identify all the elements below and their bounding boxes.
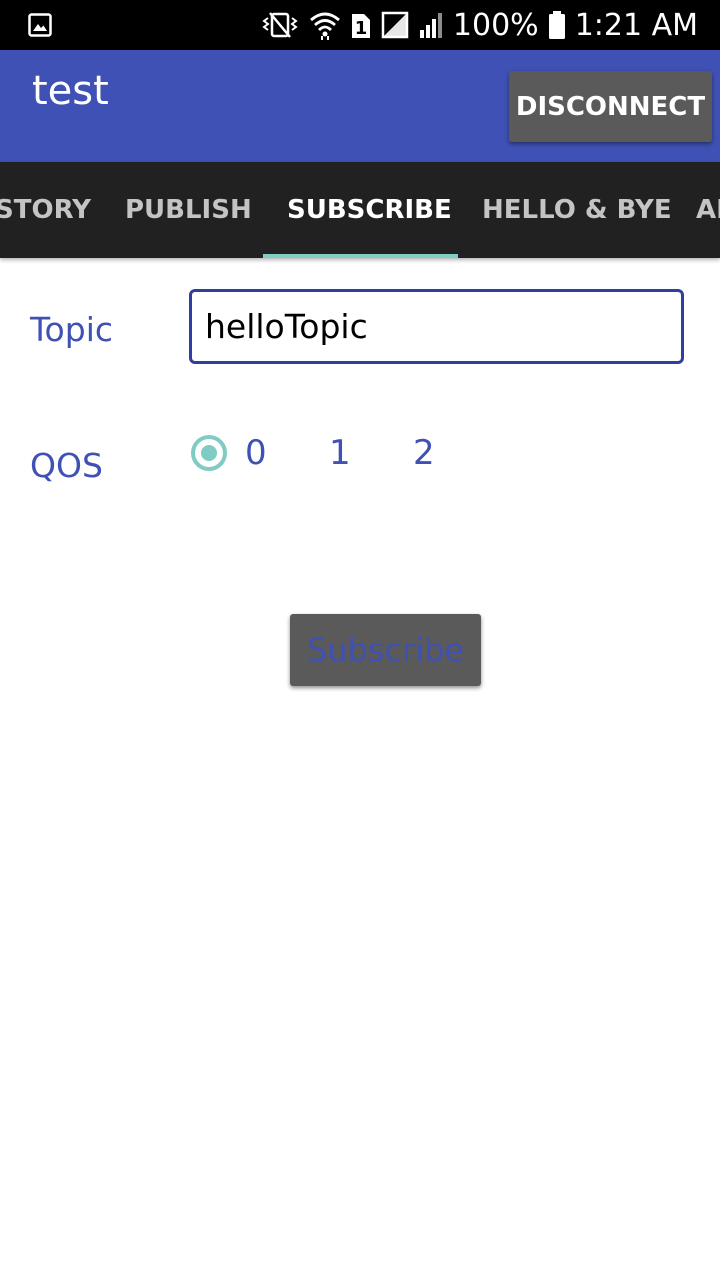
tab-subscribe[interactable]: SUBSCRIBE: [287, 162, 452, 258]
clock: 1:21 AM: [574, 7, 698, 43]
subscribe-button[interactable]: Subscribe: [290, 614, 481, 686]
battery-icon: [548, 10, 566, 40]
qos-option-label: 0: [245, 432, 267, 473]
app-bar: test DISCONNECT: [0, 50, 720, 162]
app-title: test: [32, 68, 109, 114]
qos-label: QOS: [30, 446, 103, 485]
qos-option-label: 1: [329, 432, 351, 473]
qos-option-label: 2: [413, 432, 435, 473]
status-bar: 1 100% 1:21 AM: [0, 0, 720, 50]
topic-input[interactable]: helloTopic: [189, 289, 684, 364]
cell-signal-icon: [418, 10, 444, 40]
gallery-icon: [28, 13, 52, 37]
topic-label: Topic: [30, 310, 113, 349]
tab-publish[interactable]: PUBLISH: [125, 162, 252, 258]
svg-text:1: 1: [355, 18, 368, 39]
battery-percent: 100%: [452, 7, 539, 43]
no-sim-icon: [381, 10, 409, 40]
tab-about[interactable]: AB: [696, 162, 720, 258]
radio-selected-icon: [191, 434, 227, 471]
wifi-icon: [309, 10, 341, 40]
qos-option-1[interactable]: 1: [329, 430, 351, 475]
qos-option-0[interactable]: 0: [191, 430, 267, 475]
qos-option-2[interactable]: 2: [413, 430, 435, 475]
tab-history[interactable]: STORY: [0, 162, 91, 258]
disconnect-button[interactable]: DISCONNECT: [509, 71, 712, 142]
vibrate-icon: [260, 10, 300, 40]
active-tab-indicator: [263, 254, 458, 258]
sim1-icon: 1: [350, 10, 372, 40]
tab-bar: STORY PUBLISH SUBSCRIBE HELLO & BYE AB: [0, 162, 720, 258]
tab-hello-bye[interactable]: HELLO & BYE: [482, 162, 672, 258]
